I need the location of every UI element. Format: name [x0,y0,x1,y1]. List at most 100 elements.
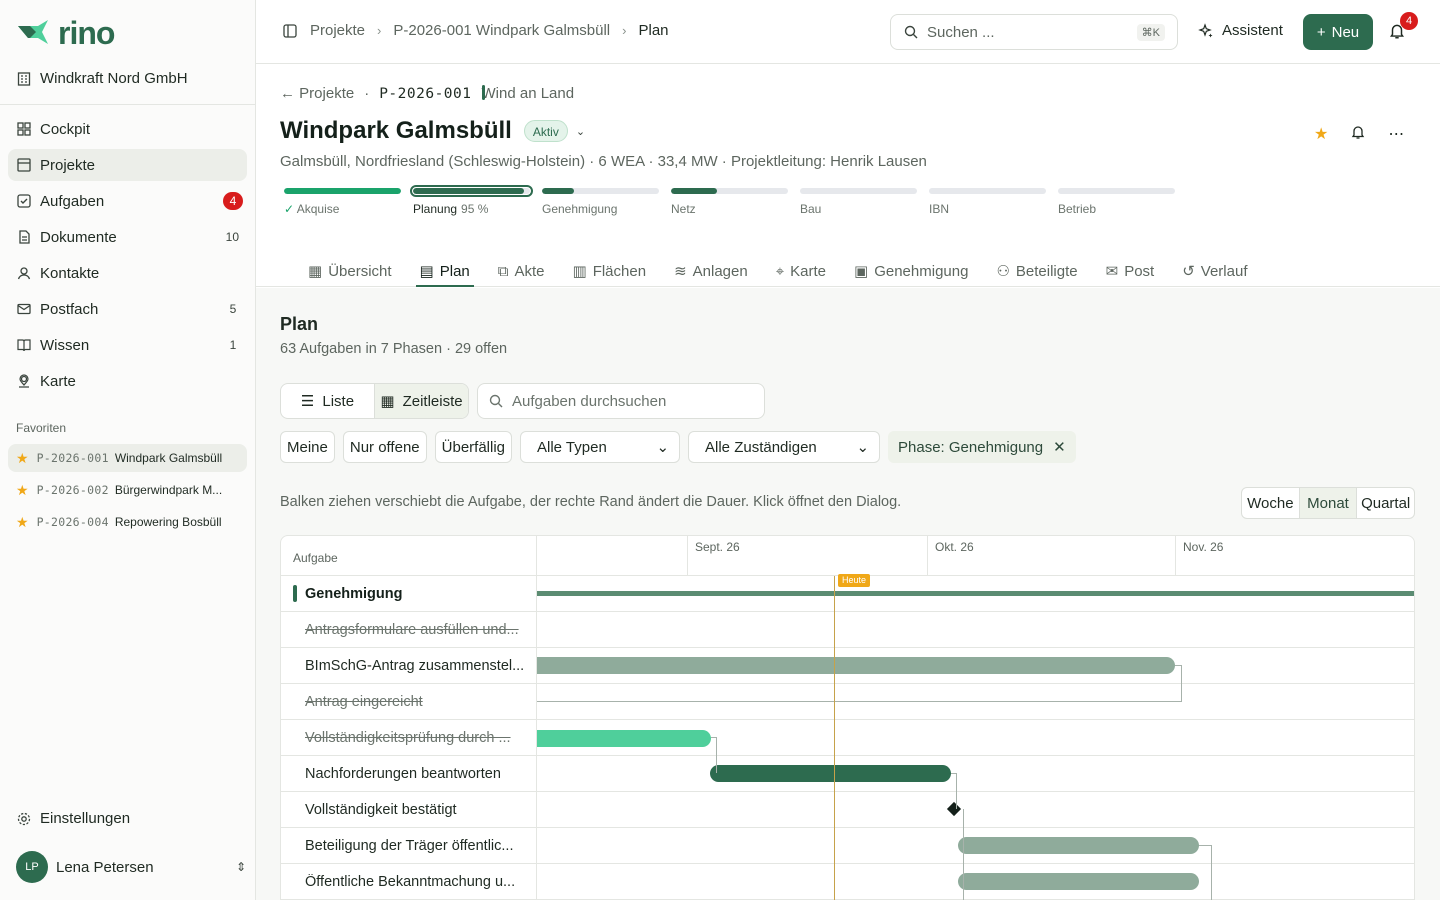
notifications-button[interactable]: 4 [1388,12,1418,42]
filter-overdue-button[interactable]: Überfällig [434,431,513,463]
phase-name: Bau [800,202,822,216]
task-search-input[interactable]: Aufgaben durchsuchen [477,383,765,419]
assignee-select[interactable]: Alle Zuständigen ⌄ [688,431,881,463]
gantt-row[interactable]: Antragsformulare ausfüllen und... [281,612,1414,648]
settings-link[interactable]: Einstellungen [16,810,130,827]
calendar-icon: ▤ [419,263,434,280]
phase-step[interactable]: Betrieb [1058,188,1175,216]
nav-item-cockpit[interactable]: Cockpit [8,113,247,145]
filter-open-button[interactable]: Nur offene [342,431,427,463]
nav-item-projekte[interactable]: Projekte [8,149,247,181]
gantt-row[interactable]: Antrag eingereicht [281,684,1414,720]
gantt-row[interactable]: Vollständigkeitsprüfung durch ... [281,720,1414,756]
more-icon[interactable]: ⋯ [1388,124,1404,144]
user-menu[interactable]: LP Lena Petersen ⇕ [16,851,246,883]
status-badge[interactable]: Aktiv [523,120,568,142]
phase-label: IBN [929,202,1046,216]
task-bar[interactable] [958,873,1199,890]
phase-name: Genehmigung [542,202,618,216]
view-list-button[interactable]: ☰ Liste [281,384,374,418]
project-type: Wind an Land [481,85,575,102]
phase-progress-bar [410,185,533,197]
map-pin-icon [16,373,32,389]
breadcrumb-item[interactable]: Projekte [310,22,365,39]
phase-step[interactable]: Genehmigung [542,188,659,216]
nav-item-wissen[interactable]: Wissen 1 [8,329,247,361]
phase-filter-chip[interactable]: Phase: Genehmigung ✕ [888,431,1076,463]
org-switcher[interactable]: Windkraft Nord GmbH [16,70,188,87]
scale-week-button[interactable]: Woche [1242,488,1300,518]
phase-name: Betrieb [1058,202,1097,216]
task-column-header: Aufgabe [293,551,338,565]
nav-count-badge: 10 [225,230,239,244]
phase-label: Genehmigung [542,202,659,216]
tab-plan[interactable]: ▤ Plan [415,256,475,287]
tab-label: Genehmigung [874,262,969,280]
nav-item-kontakte[interactable]: Kontakte [8,257,247,289]
gantt-row[interactable]: BImSchG-Antrag zusammenstel... [281,648,1414,684]
tab-post[interactable]: ✉ Post [1106,256,1155,286]
phase-step[interactable]: Netz [671,188,788,216]
view-timeline-button[interactable]: ▦ Zeitleiste [374,384,468,418]
task-bar[interactable] [537,657,1175,674]
tab-label: Flächen [592,262,647,280]
favorite-item[interactable]: ★ P-2026-004 Repowering Bosbüll [8,508,247,536]
nav-item-postfach[interactable]: Postfach 5 [8,293,247,325]
tab-anlagen[interactable]: ≋ Anlagen [674,256,748,286]
nav-item-karte[interactable]: Karte [8,365,247,397]
view-toggle: ☰ Liste ▦ Zeitleiste [280,383,469,419]
phase-label: Bau [800,202,917,216]
tab-akte[interactable]: ⧉ Akte [498,256,545,286]
gantt-row[interactable]: Nachforderungen beantworten [281,756,1414,792]
breadcrumb-item[interactable]: P-2026-001 Windpark Galmsbüll [393,22,610,39]
main-nav: Cockpit Projekte Aufgaben 4 Dokumente 10… [8,113,247,401]
tab-label: Akte [514,262,545,280]
dependency-line [537,701,1181,702]
tab-verlauf[interactable]: ↺ Verlauf [1182,256,1247,286]
phase-step[interactable]: ✓ Akquise [284,188,401,216]
phase-step[interactable]: Bau [800,188,917,216]
tab-übersicht[interactable]: ▦ Übersicht [308,256,392,286]
bell-icon[interactable] [1350,124,1366,140]
assistant-button[interactable]: Assistent [1198,22,1283,39]
gantt-row[interactable]: Öffentliche Bekanntmachung u... [281,864,1414,900]
favorite-name: Repowering Bosbüll [114,515,222,529]
global-search-input[interactable]: Suchen ... ⌘K [890,14,1178,50]
building-icon [17,71,31,86]
gantt-row[interactable]: Vollständigkeit bestätigt [281,792,1414,828]
favorite-item[interactable]: ★ P-2026-002 Bürgerwindpark M... [8,476,247,504]
stamp-icon: ▣ [854,263,869,280]
task-bar[interactable] [710,765,951,782]
project-subheader: ← Projekte · P-2026-001 Wind an Land [280,85,574,102]
nav-count-badge: 5 [229,302,237,316]
tab-beteiligte[interactable]: ⚇ Beteiligte [996,256,1077,286]
sidebar-toggle-icon[interactable] [282,23,298,39]
project-meta: Galmsbüll, Nordfriesland (Schleswig-Hols… [280,153,927,170]
logo-mark-icon [18,20,48,44]
filter-mine-button[interactable]: Meine [280,431,335,463]
scale-quarter-button[interactable]: Quartal [1357,488,1414,518]
logo[interactable]: rino [16,16,115,50]
type-marker [481,85,485,100]
nav-item-aufgaben[interactable]: Aufgaben 4 [8,185,247,217]
close-icon[interactable]: ✕ [1053,438,1066,456]
star-icon[interactable]: ★ [1314,124,1328,144]
scale-month-button[interactable]: Monat [1299,488,1358,518]
back-link[interactable]: ← Projekte [280,85,354,102]
new-button[interactable]: + Neu [1303,14,1373,50]
nav-item-dokumente[interactable]: Dokumente 10 [8,221,247,253]
tab-flächen[interactable]: ▥ Flächen [573,256,647,286]
favorite-item[interactable]: ★ P-2026-001 Windpark Galmsbüll [8,444,247,472]
phase-step[interactable]: IBN [929,188,1046,216]
plan-section: Plan 63 Aufgaben in 7 Phasen · 29 offen … [256,288,1440,900]
task-name: Beteiligung der Träger öffentlic... [305,838,514,854]
tab-genehmigung[interactable]: ▣ Genehmigung [854,256,968,286]
chevron-down-icon[interactable]: ⌄ [576,125,585,138]
type-select[interactable]: Alle Typen ⌄ [520,431,681,463]
gantt-row[interactable]: Beteiligung der Träger öffentlic... [281,828,1414,864]
task-bar[interactable] [958,837,1199,854]
task-bar[interactable] [537,730,711,747]
tab-karte[interactable]: ⌖ Karte [776,256,826,286]
milestone-marker[interactable] [946,801,962,817]
phase-step[interactable]: Planung 95 % [410,185,533,216]
